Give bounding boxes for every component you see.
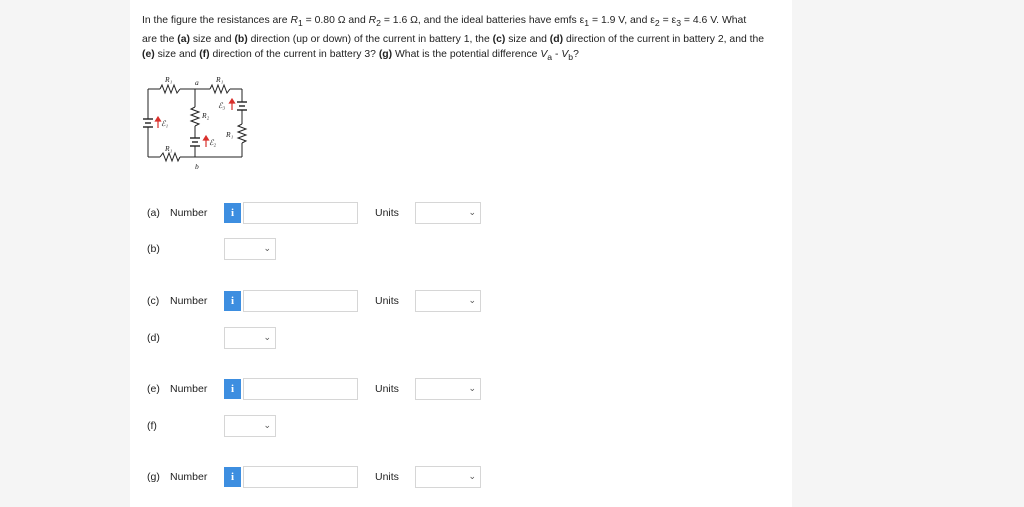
r1-top-right-label: R₁ xyxy=(215,75,224,84)
emf2-label: ℰ₂ xyxy=(209,138,217,147)
node-a-label: a xyxy=(195,78,199,87)
units-label: Units xyxy=(375,383,399,395)
circuit-figure: R₁ R₁ a R₂ R₁ R₁ b ℰ₁ ℰ₂ ℰ₃ xyxy=(143,75,248,171)
chevron-down-icon: ⌄ xyxy=(263,243,271,253)
part-label: (g) xyxy=(147,471,160,483)
part-label: (a) xyxy=(147,207,160,219)
units-select-g[interactable]: ⌄ xyxy=(415,466,481,488)
info-button[interactable]: i xyxy=(224,379,241,399)
number-label: Number xyxy=(170,471,208,483)
units-select-c[interactable]: ⌄ xyxy=(415,290,481,312)
r1-top-left-label: R₁ xyxy=(164,75,173,84)
answer-input-a[interactable] xyxy=(243,202,358,224)
part-label: (e) xyxy=(147,383,160,395)
emf1-label: ℰ₁ xyxy=(161,119,169,128)
units-label: Units xyxy=(375,207,399,219)
node-b-label: b xyxy=(195,162,199,171)
number-label: Number xyxy=(170,295,208,307)
direction-select-b[interactable]: ⌄ xyxy=(224,238,276,260)
part-label: (b) xyxy=(147,243,160,255)
info-button[interactable]: i xyxy=(224,291,241,311)
chevron-down-icon: ⌄ xyxy=(468,295,476,305)
info-button[interactable]: i xyxy=(224,467,241,487)
answer-input-e[interactable] xyxy=(243,378,358,400)
r1-right-label: R₁ xyxy=(225,130,234,139)
direction-select-f[interactable]: ⌄ xyxy=(224,415,276,437)
number-label: Number xyxy=(170,207,208,219)
units-select-e[interactable]: ⌄ xyxy=(415,378,481,400)
number-label: Number xyxy=(170,383,208,395)
chevron-down-icon: ⌄ xyxy=(263,420,271,430)
direction-select-d[interactable]: ⌄ xyxy=(224,327,276,349)
part-label: (f) xyxy=(147,420,157,432)
chevron-down-icon: ⌄ xyxy=(468,383,476,393)
question-text: In the figure the resistances are R1 = 0… xyxy=(142,15,765,63)
chevron-down-icon: ⌄ xyxy=(468,471,476,481)
r1-bottom-label: R₁ xyxy=(164,144,173,153)
chevron-down-icon: ⌄ xyxy=(468,207,476,217)
answer-input-c[interactable] xyxy=(243,290,358,312)
question-card: In the figure the resistances are R1 = 0… xyxy=(130,0,792,507)
emf3-label: ℰ₃ xyxy=(218,101,226,110)
units-label: Units xyxy=(375,471,399,483)
part-label: (d) xyxy=(147,332,160,344)
info-button[interactable]: i xyxy=(224,203,241,223)
units-label: Units xyxy=(375,295,399,307)
chevron-down-icon: ⌄ xyxy=(263,332,271,342)
units-select-a[interactable]: ⌄ xyxy=(415,202,481,224)
part-label: (c) xyxy=(147,295,160,307)
r2-label: R₂ xyxy=(201,111,210,120)
answer-input-g[interactable] xyxy=(243,466,358,488)
